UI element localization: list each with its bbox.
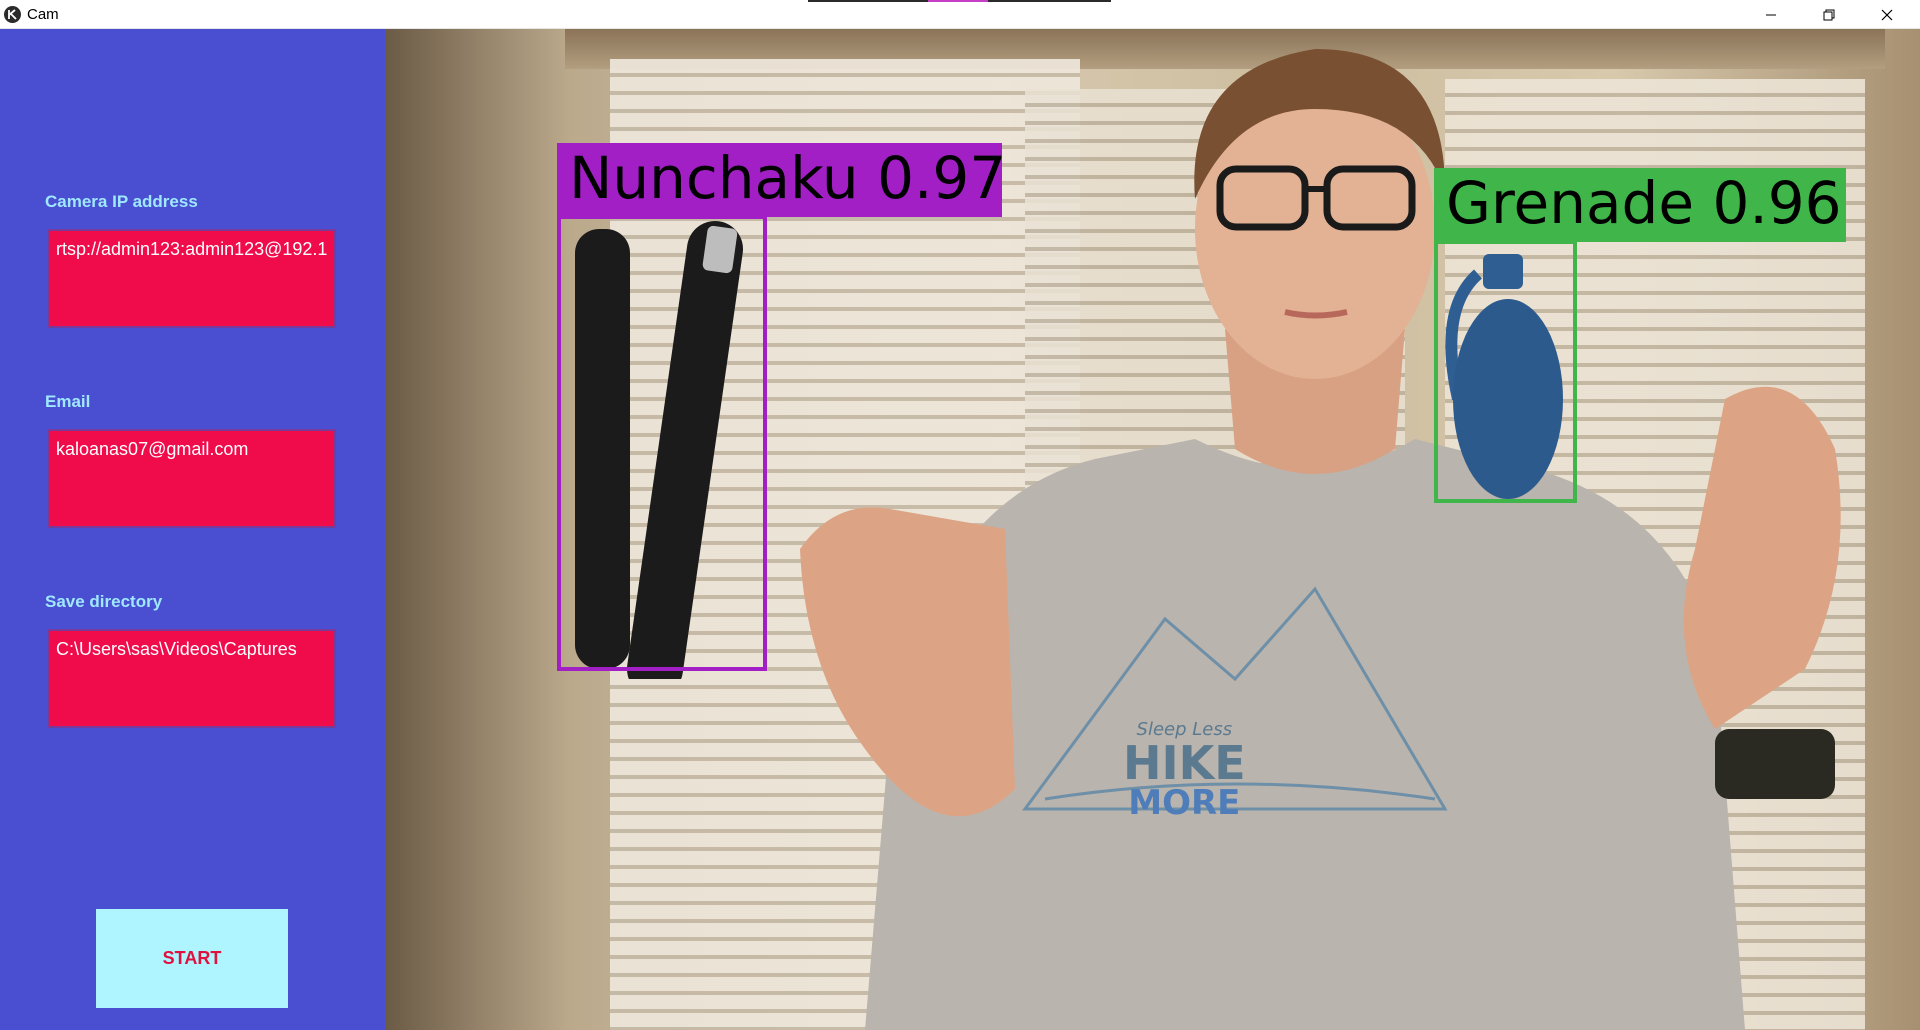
detection-label-nunchaku: Nunchaku 0.97 [557, 143, 1006, 217]
title-activity-bar [808, 0, 1111, 2]
minimize-icon [1766, 14, 1776, 15]
save-directory-label: Save directory [45, 592, 163, 611]
shirt-text-line2: HIKE [1123, 736, 1246, 790]
start-button[interactable]: START [96, 909, 288, 1008]
restore-icon [1823, 9, 1835, 20]
minimize-button[interactable] [1742, 0, 1800, 29]
close-icon [1881, 9, 1893, 20]
detection-box-nunchaku [557, 215, 767, 671]
restore-button[interactable] [1800, 0, 1858, 29]
camera-ip-input[interactable]: rtsp://admin123:admin123@192.1 [48, 229, 336, 328]
shirt-text-line3: MORE [1128, 783, 1241, 823]
email-label: Email [45, 392, 91, 411]
email-input[interactable]: kaloanas07@gmail.com [48, 429, 336, 528]
settings-sidebar: Camera IP address rtsp://admin123:admin1… [0, 29, 385, 1030]
title-bar: Cam [0, 0, 1920, 29]
camera-ip-label: Camera IP address [45, 192, 198, 211]
save-directory-input[interactable]: C:\Users\sas\Videos\Captures [48, 629, 336, 728]
shirt-print: Sleep Less HIKE MORE [1123, 719, 1246, 820]
camera-feed: Sleep Less HIKE MORE Nunchaku 0.97 Grena… [385, 29, 1920, 1030]
detection-box-grenade [1434, 240, 1577, 503]
window-title: Cam [27, 6, 59, 23]
app-logo-icon [4, 6, 21, 23]
close-button[interactable] [1858, 0, 1916, 29]
detection-label-grenade: Grenade 0.96 [1434, 168, 1846, 242]
